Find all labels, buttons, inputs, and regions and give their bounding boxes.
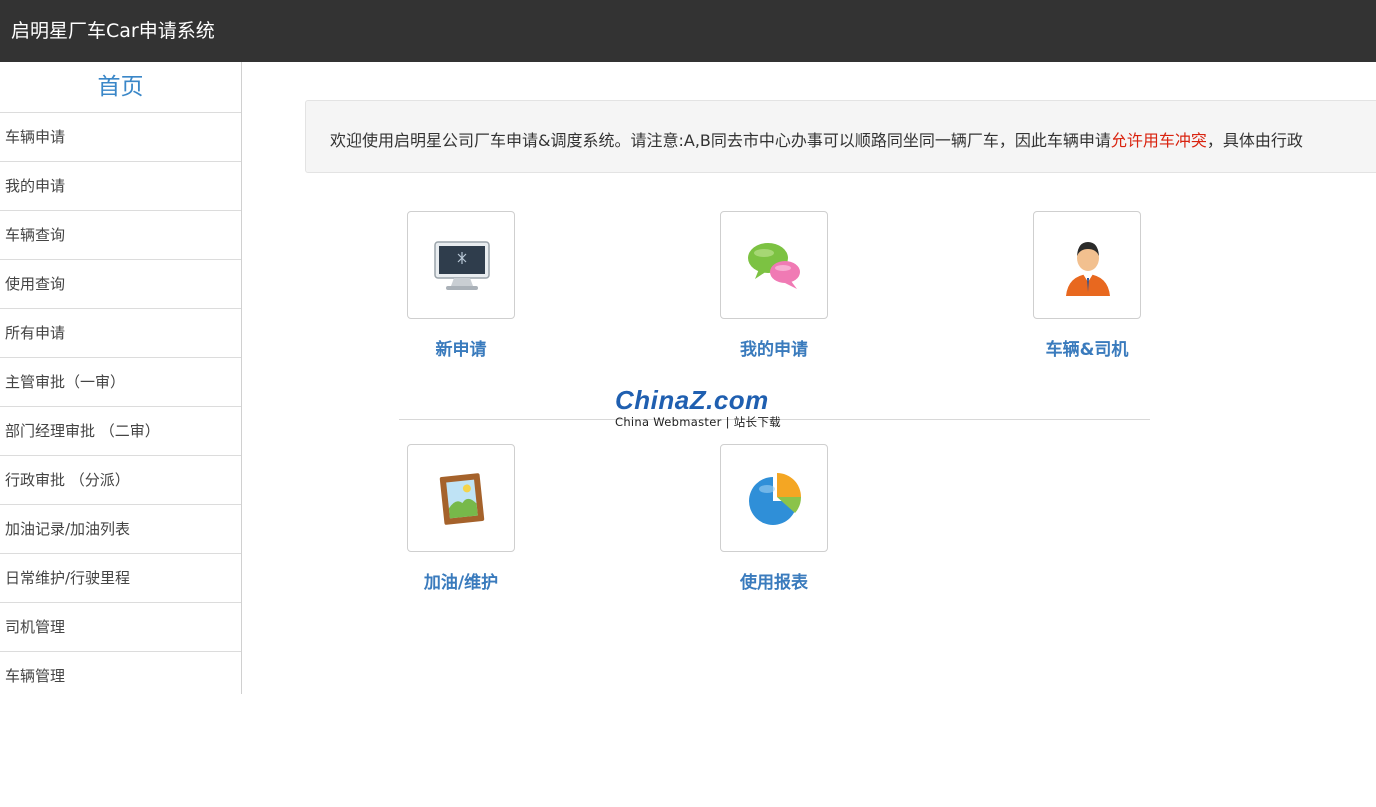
sidebar-item-supervisor-approval[interactable]: 主管审批（一审） — [0, 358, 241, 407]
sidebar-item-manager-approval[interactable]: 部门经理审批 （二审） — [0, 407, 241, 456]
chat-bubbles-icon — [748, 243, 800, 289]
picture-frame-icon — [439, 473, 485, 525]
top-navbar: 启明星厂车Car申请系统 — [0, 0, 1376, 62]
watermark-logo: ChinaZ.com — [615, 385, 769, 415]
tile-label-fuel-maintenance[interactable]: 加油/维护 — [381, 568, 541, 593]
sidebar: 首页 车辆申请 我的申请 车辆查询 使用查询 所有申请 主管审批（一审） 部门经… — [0, 62, 242, 694]
app-title[interactable]: 启明星厂车Car申请系统 — [11, 19, 215, 43]
sidebar-item-vehicle-management[interactable]: 车辆管理 — [0, 652, 241, 700]
tile-fuel-maintenance[interactable] — [407, 444, 515, 552]
monitor-icon — [434, 241, 490, 290]
sidebar-item-my-applications[interactable]: 我的申请 — [0, 162, 241, 211]
sidebar-item-vehicle-apply[interactable]: 车辆申请 — [0, 113, 241, 162]
watermark-subtitle: China Webmaster | 站长下载 — [615, 415, 781, 429]
tile-my-applications[interactable] — [720, 211, 828, 319]
sidebar-item-maintenance[interactable]: 日常维护/行驶里程 — [0, 554, 241, 603]
tile-label-new-application[interactable]: 新申请 — [381, 335, 541, 360]
notice-banner: 欢迎使用启明星公司厂车申请&调度系统。请注意:A,B同去市中心办事可以顺路同坐同… — [305, 100, 1376, 173]
tile-vehicle-driver[interactable] — [1033, 211, 1141, 319]
sidebar-item-admin-approval[interactable]: 行政审批 （分派） — [0, 456, 241, 505]
sidebar-item-driver-management[interactable]: 司机管理 — [0, 603, 241, 652]
chinaz-watermark: ChinaZ.com China Webmaster | 站长下载 — [615, 385, 800, 435]
pie-chart-icon — [749, 473, 802, 525]
sidebar-item-vehicle-query[interactable]: 车辆查询 — [0, 211, 241, 260]
tile-usage-report[interactable] — [720, 444, 828, 552]
notice-highlight: 允许用车冲突 — [1110, 131, 1207, 150]
sidebar-item-all-applications[interactable]: 所有申请 — [0, 309, 241, 358]
notice-text-before: 欢迎使用启明星公司厂车申请&调度系统。请注意:A,B同去市中心办事可以顺路同坐同… — [330, 131, 1111, 150]
tile-new-application[interactable] — [407, 211, 515, 319]
person-icon — [1066, 242, 1110, 296]
sidebar-home-link[interactable]: 首页 — [0, 62, 241, 113]
sidebar-item-fuel-records[interactable]: 加油记录/加油列表 — [0, 505, 241, 554]
notice-text-after: ，具体由行政 — [1206, 131, 1303, 150]
tile-label-usage-report[interactable]: 使用报表 — [694, 568, 854, 593]
sidebar-item-usage-query[interactable]: 使用查询 — [0, 260, 241, 309]
tile-label-vehicle-driver[interactable]: 车辆&司机 — [1007, 335, 1167, 360]
tile-label-my-applications[interactable]: 我的申请 — [694, 335, 854, 360]
notice-text: 欢迎使用启明星公司厂车申请&调度系统。请注意:A,B同去市中心办事可以顺路同坐同… — [330, 127, 1303, 151]
